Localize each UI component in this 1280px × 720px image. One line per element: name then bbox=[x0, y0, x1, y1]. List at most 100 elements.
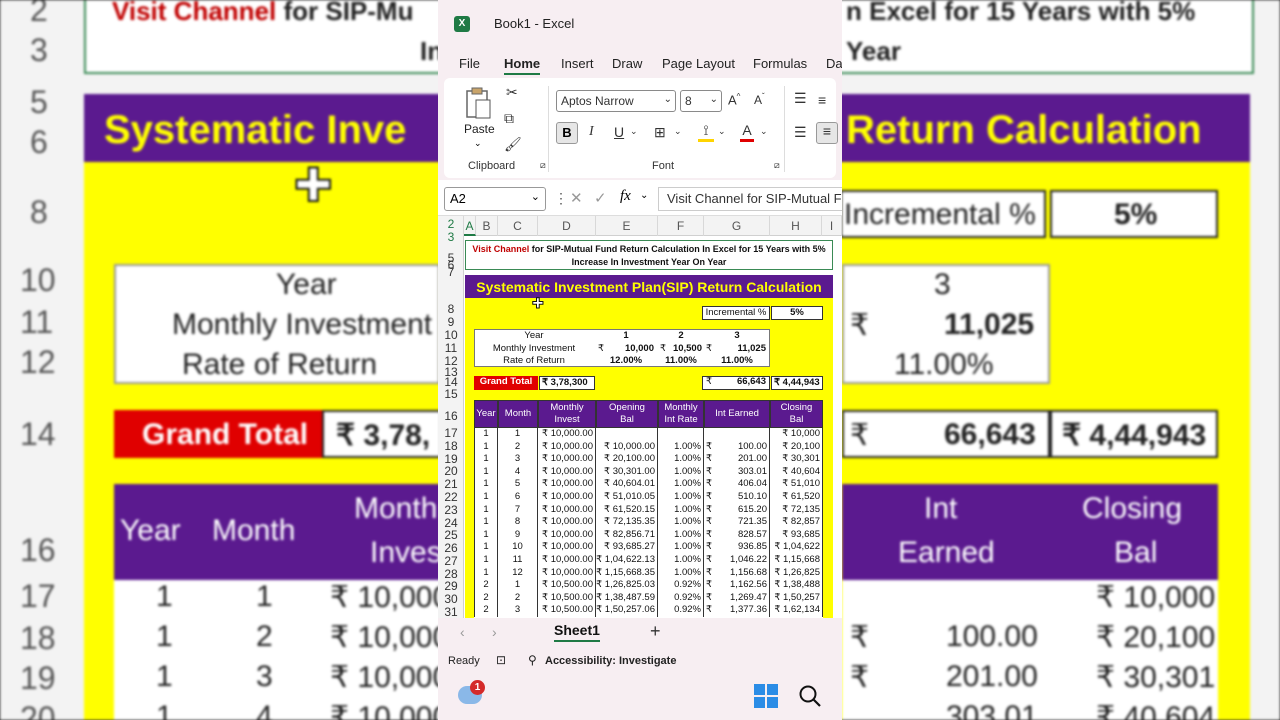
table-cell[interactable]: 10 bbox=[498, 541, 538, 554]
table-cell[interactable]: 2 bbox=[498, 440, 538, 454]
row-header[interactable]: 15 bbox=[438, 388, 464, 401]
more-icon[interactable]: ⋮ bbox=[554, 190, 568, 207]
chevron-down-icon[interactable]: ⌄ bbox=[674, 126, 682, 137]
row-header[interactable]: 3 bbox=[438, 231, 464, 244]
table-cell[interactable]: ₹ 1,50,257.06 bbox=[596, 604, 658, 617]
column-header[interactable]: B bbox=[476, 216, 498, 236]
accessibility-status[interactable]: Accessibility: Investigate bbox=[545, 655, 676, 667]
table-cell[interactable]: ₹ 10,000.00 bbox=[538, 491, 596, 504]
format-painter-icon[interactable]: 🖌 bbox=[504, 136, 522, 153]
table-cell[interactable] bbox=[704, 428, 770, 441]
tab-page-layout[interactable]: Page Layout bbox=[662, 56, 735, 71]
italic-button[interactable]: I bbox=[589, 124, 594, 140]
table-cell[interactable]: 1 bbox=[474, 440, 498, 454]
table-cell[interactable]: ₹ 1,04,622 bbox=[770, 541, 823, 554]
table-cell[interactable]: ₹ 10,000.00 bbox=[538, 541, 596, 554]
table-cell[interactable]: 0.92% bbox=[658, 591, 704, 605]
table-cell[interactable]: 2 bbox=[498, 591, 538, 605]
cancel-icon[interactable]: ✕ bbox=[570, 189, 583, 207]
tab-home[interactable]: Home bbox=[504, 56, 541, 75]
dialog-launcher-icon[interactable]: ⧄ bbox=[540, 160, 546, 171]
accessibility-icon[interactable]: ⚲ bbox=[528, 653, 537, 667]
table-cell[interactable]: 936.85 bbox=[704, 541, 770, 554]
chevron-left-icon[interactable]: ‹ bbox=[460, 624, 465, 640]
table-cell[interactable]: 5 bbox=[498, 478, 538, 491]
tab-draw[interactable]: Draw bbox=[612, 56, 642, 71]
table-cell[interactable]: ₹ 10,000.00 bbox=[538, 566, 596, 580]
chevron-down-icon[interactable]: ⌄ bbox=[760, 126, 768, 137]
table-cell[interactable]: ₹ 72,135 bbox=[770, 503, 823, 517]
table-cell[interactable]: ₹ 10,000.00 bbox=[538, 528, 596, 542]
table-cell[interactable]: 510.10 bbox=[704, 491, 770, 504]
table-cell[interactable]: ₹ 30,301 bbox=[770, 453, 823, 466]
table-cell[interactable]: 1 bbox=[474, 465, 498, 479]
table-cell[interactable]: 9 bbox=[498, 528, 538, 542]
table-cell[interactable]: ₹ 20,100.00 bbox=[596, 453, 658, 466]
table-cell[interactable]: 1,162.56 bbox=[704, 579, 770, 592]
table-cell[interactable]: 615.20 bbox=[704, 503, 770, 517]
tab-insert[interactable]: Insert bbox=[561, 56, 594, 71]
table-cell[interactable]: 4 bbox=[498, 465, 538, 479]
table-cell[interactable]: 1.00% bbox=[658, 566, 704, 580]
table-cell[interactable]: 1 bbox=[474, 516, 498, 529]
table-cell[interactable]: 0.92% bbox=[658, 579, 704, 592]
cut-icon[interactable]: ✂ bbox=[506, 84, 518, 101]
column-header[interactable]: I bbox=[822, 216, 842, 236]
fill-color-icon[interactable]: ⟟ bbox=[698, 122, 714, 142]
table-cell[interactable]: ₹ 40,604.01 bbox=[596, 478, 658, 491]
shrink-font-icon[interactable]: Aˇ bbox=[754, 92, 765, 107]
formula-input[interactable]: Visit Channel for SIP-Mutual Fund Return… bbox=[658, 187, 842, 211]
table-cell[interactable]: 1 bbox=[474, 491, 498, 504]
table-cell[interactable]: 7 bbox=[498, 503, 538, 517]
table-cell[interactable]: ₹ 10,000.00 bbox=[538, 478, 596, 491]
table-cell[interactable] bbox=[596, 428, 658, 441]
table-cell[interactable]: ₹ 10,500.00 bbox=[538, 604, 596, 617]
table-cell[interactable]: 1 bbox=[474, 554, 498, 567]
table-cell[interactable]: 0.92% bbox=[658, 604, 704, 617]
table-cell[interactable]: 1,269.47 bbox=[704, 591, 770, 605]
table-cell[interactable]: ₹ 1,50,257 bbox=[770, 591, 823, 605]
table-cell[interactable]: 1.00% bbox=[658, 541, 704, 554]
table-cell[interactable]: 1 bbox=[474, 428, 498, 441]
table-cell[interactable]: ₹ 10,000.00 bbox=[596, 440, 658, 454]
font-color-button[interactable]: A bbox=[740, 122, 754, 142]
table-cell[interactable]: 201.00 bbox=[704, 453, 770, 466]
table-cell[interactable]: 12 bbox=[498, 566, 538, 580]
table-cell[interactable]: ₹ 10,000.00 bbox=[538, 453, 596, 466]
table-cell[interactable]: ₹ 82,856.71 bbox=[596, 528, 658, 542]
table-cell[interactable]: 2 bbox=[474, 591, 498, 605]
copy-icon[interactable]: ⧉ bbox=[504, 110, 514, 127]
table-cell[interactable]: 1.00% bbox=[658, 516, 704, 529]
table-cell[interactable]: 1 bbox=[498, 428, 538, 441]
table-cell[interactable]: ₹ 10,000 bbox=[770, 428, 823, 441]
table-cell[interactable]: 3 bbox=[498, 604, 538, 617]
table-cell[interactable]: ₹ 93,685.27 bbox=[596, 541, 658, 554]
font-family-select[interactable]: Aptos Narrow ⌄ bbox=[556, 90, 676, 112]
table-cell[interactable]: ₹ 93,685 bbox=[770, 528, 823, 542]
name-box[interactable]: A2 ⌄ bbox=[444, 187, 546, 211]
chevron-down-icon[interactable]: ⌄ bbox=[630, 126, 638, 137]
table-cell[interactable]: ₹ 1,15,668.35 bbox=[596, 566, 658, 580]
table-cell[interactable]: ₹ 1,62,134 bbox=[770, 604, 823, 617]
table-cell[interactable]: ₹ 1,26,825.03 bbox=[596, 579, 658, 592]
table-cell[interactable]: ₹ 20,100 bbox=[770, 440, 823, 454]
row-header[interactable]: 31 bbox=[438, 606, 464, 619]
table-cell[interactable]: 1 bbox=[474, 541, 498, 554]
sheet-tab-sheet1[interactable]: Sheet1 bbox=[554, 622, 600, 642]
table-cell[interactable]: 100.00 bbox=[704, 440, 770, 454]
table-cell[interactable]: 1,156.68 bbox=[704, 566, 770, 580]
chevron-down-icon[interactable]: ⌄ bbox=[718, 126, 726, 137]
table-cell[interactable]: ₹ 1,04,622.13 bbox=[596, 554, 658, 567]
table-cell[interactable]: 1,046.22 bbox=[704, 554, 770, 567]
table-cell[interactable]: 1.00% bbox=[658, 554, 704, 567]
search-icon[interactable] bbox=[798, 684, 822, 708]
row-header[interactable]: 16 bbox=[438, 410, 464, 423]
underline-button[interactable]: U bbox=[614, 124, 624, 140]
column-header[interactable]: H bbox=[770, 216, 822, 236]
table-cell[interactable]: 1.00% bbox=[658, 453, 704, 466]
align-center-icon[interactable]: ≡ bbox=[816, 122, 838, 144]
align-top-icon[interactable]: ☰ bbox=[794, 90, 807, 107]
table-cell[interactable]: ₹ 40,604 bbox=[770, 465, 823, 479]
table-cell[interactable]: ₹ 1,38,487.59 bbox=[596, 591, 658, 605]
tab-file[interactable]: File bbox=[459, 56, 480, 71]
